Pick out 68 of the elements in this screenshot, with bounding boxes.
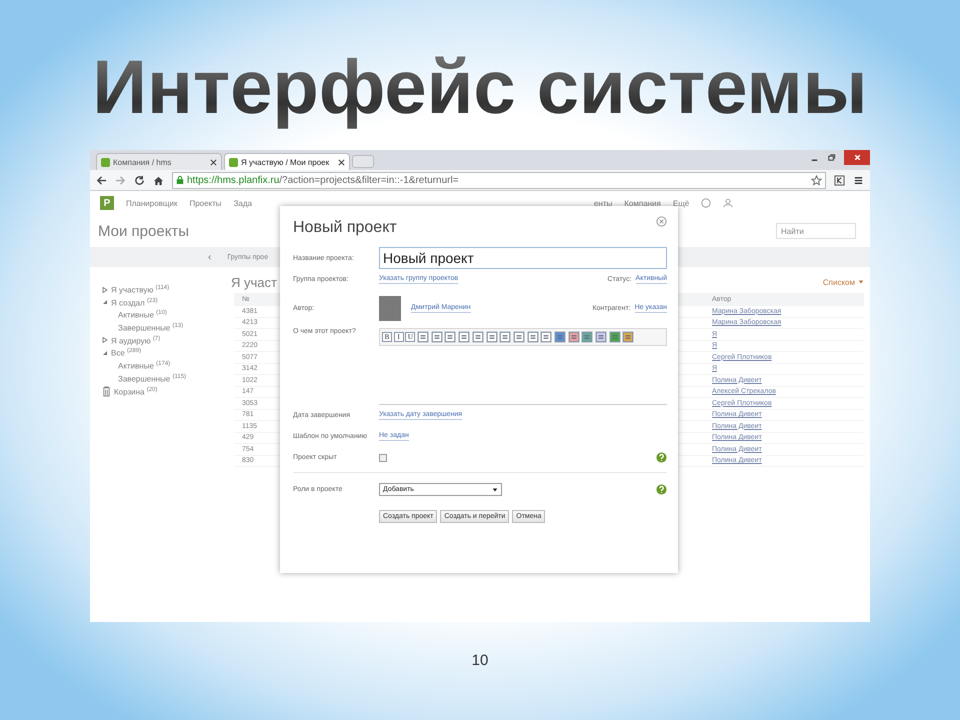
tree-item[interactable]: Я аудирую $^{(7)}$ [111, 336, 160, 346]
hidden-checkbox[interactable] [379, 454, 387, 462]
nav-item[interactable]: Ещё [672, 198, 690, 208]
format-icon[interactable] [472, 331, 484, 343]
expander-icon[interactable] [102, 286, 108, 293]
expander-icon[interactable] [102, 350, 108, 356]
format-icon[interactable] [554, 331, 566, 343]
page-icon [229, 158, 238, 166]
close-icon[interactable] [338, 158, 345, 166]
avatar-photo-placeholder [379, 296, 401, 320]
reload-icon[interactable] [134, 174, 145, 186]
app-logo[interactable]: P [100, 196, 114, 210]
format-icon[interactable] [622, 331, 634, 343]
tree-item[interactable]: Все $^{(289)}$ [111, 348, 142, 358]
star-icon[interactable] [811, 174, 822, 186]
close-icon[interactable] [210, 158, 217, 166]
tree-item[interactable]: Завершенные $^{(13)}$ [118, 322, 184, 333]
expander-icon[interactable] [102, 299, 108, 306]
page-number: 10 [472, 652, 488, 669]
dialog-title: Новый проект [293, 219, 397, 237]
back-icon[interactable] [96, 174, 107, 186]
format-icon[interactable] [540, 331, 552, 343]
expander-icon[interactable] [102, 337, 108, 344]
url-text: https://hms.planfix.ru/?action=projects&filter=in::-1&returnurl= [187, 174, 459, 186]
search-field[interactable]: Найти [776, 223, 856, 239]
user-icon[interactable] [723, 198, 734, 208]
nav-item[interactable]: Зада [234, 198, 252, 208]
project-name-field[interactable]: Новый проект [379, 247, 667, 269]
tree-item[interactable]: Активные $^{(10)}$ [118, 310, 167, 320]
caret-icon[interactable] [858, 279, 864, 285]
address-field[interactable]: https://hms.planfix.ru/?action=projects&filter=in::-1&returnurl= [172, 172, 826, 188]
collapse-toggle[interactable]: ‹ [208, 252, 212, 262]
format-icon[interactable] [595, 331, 607, 343]
close-icon [852, 153, 862, 162]
nav-item[interactable]: Проекты [189, 198, 222, 208]
format-icon[interactable] [430, 331, 443, 343]
restore-icon[interactable] [827, 153, 836, 162]
nav-item[interactable]: Компания [624, 198, 661, 208]
tree-item[interactable]: Я участвую $^{(114)}$ [111, 285, 170, 295]
format-icon[interactable] [512, 331, 525, 343]
format-icon[interactable] [608, 331, 621, 343]
tree-item[interactable]: Я создал $^{(23)}$ [111, 298, 158, 308]
nav-item[interactable]: Планировщик [126, 198, 178, 208]
trash-icon [102, 386, 111, 398]
format-icon[interactable] [417, 331, 430, 343]
lock-icon [176, 175, 184, 185]
page-icon [101, 158, 110, 166]
format-icon[interactable] [486, 331, 498, 343]
close-button[interactable] [844, 150, 870, 165]
tree-item[interactable]: Корзина $^{(20)}$ [114, 386, 158, 397]
browser-tab[interactable]: Компания / hms [96, 153, 222, 170]
extension-icon[interactable] [834, 174, 845, 186]
browser-tab[interactable]: Я участвую / Мои проек [224, 153, 350, 170]
format-icon[interactable] [458, 331, 470, 343]
nav-item[interactable]: енты [594, 198, 612, 208]
format-icon[interactable] [499, 331, 512, 343]
format-icon[interactable] [526, 331, 539, 343]
list-title: Я участ [231, 274, 277, 290]
format-icon[interactable] [444, 331, 456, 343]
tree-item[interactable]: Активные $^{(174)}$ [118, 360, 170, 371]
menu-icon[interactable] [853, 174, 864, 186]
page-title: Мои проекты [98, 222, 190, 240]
caret-icon [492, 486, 498, 492]
view-mode-link[interactable]: Списком [822, 278, 855, 286]
format-icon[interactable] [581, 331, 594, 343]
home-icon[interactable] [153, 174, 164, 186]
format-icon[interactable] [568, 331, 580, 343]
tree-item[interactable]: Завершенные $^{(115)}$ [118, 374, 186, 384]
